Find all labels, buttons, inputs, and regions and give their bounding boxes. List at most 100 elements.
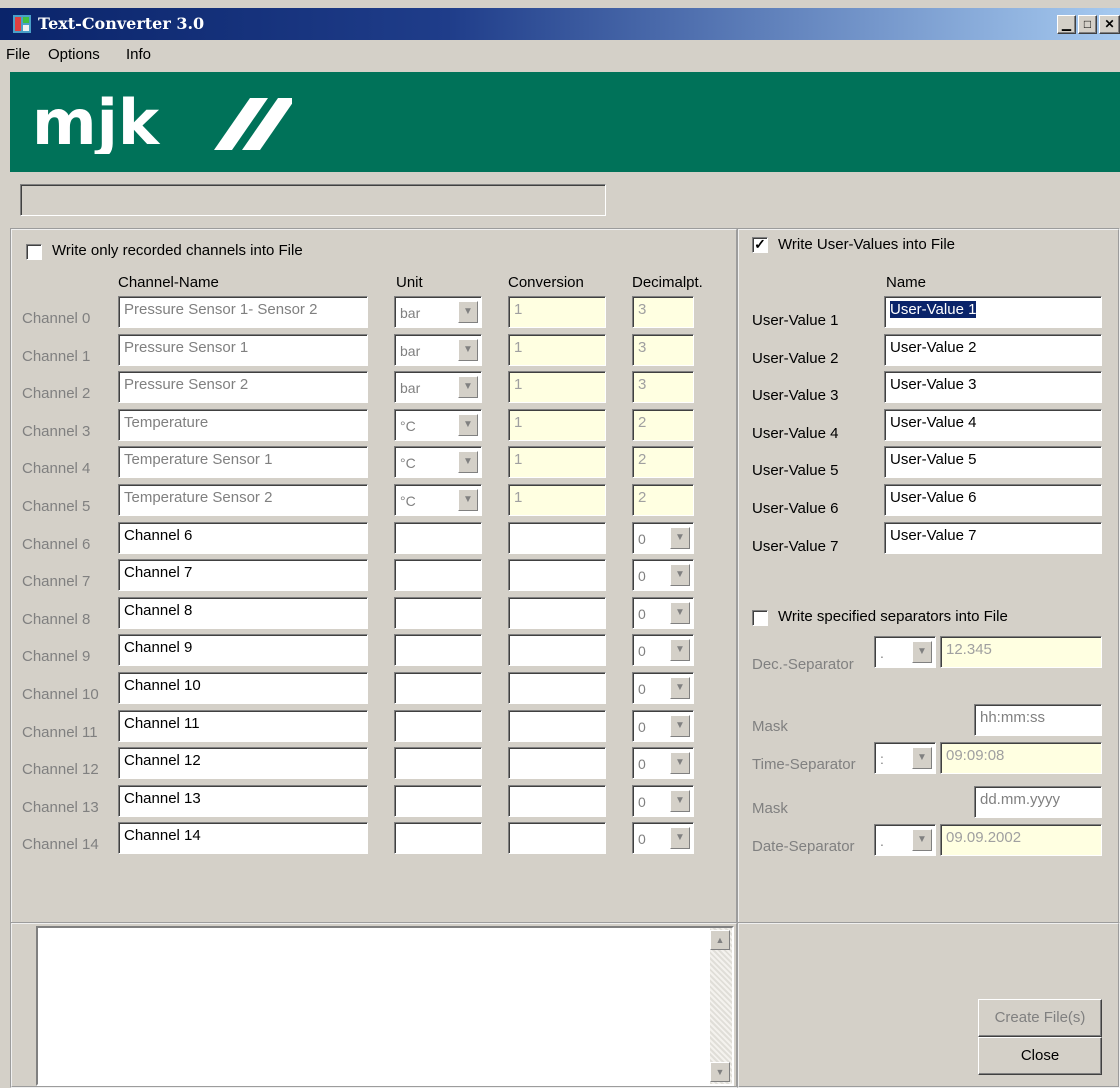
channel-label: Channel 1 (22, 347, 91, 365)
unit-field[interactable] (394, 709, 482, 742)
unit-field[interactable] (394, 521, 482, 554)
decimal-select[interactable]: 0 ▼ (632, 634, 694, 667)
unit-field[interactable] (394, 822, 482, 855)
conversion-field[interactable]: 1 (508, 408, 606, 441)
unit-select[interactable]: bar ▼ (394, 333, 482, 366)
unit-field[interactable] (394, 784, 482, 817)
conversion-field[interactable] (508, 559, 606, 592)
write-user-values-checkbox[interactable]: ✓ (752, 237, 768, 253)
unit-select[interactable]: °C ▼ (394, 446, 482, 479)
menu-file[interactable]: File (6, 46, 30, 63)
conversion-field[interactable] (508, 672, 606, 704)
date-separator-label: Date-Separator (752, 838, 855, 855)
unit-field[interactable] (394, 634, 482, 667)
user-value-field[interactable]: User-Value 2 (884, 333, 1102, 366)
decimal-select[interactable]: 0 ▼ (632, 784, 694, 817)
channel-name-field[interactable]: Channel 14 (118, 822, 368, 855)
app-icon (13, 15, 31, 33)
user-value-field[interactable]: User-Value 6 (884, 484, 1102, 516)
conversion-field[interactable] (508, 784, 606, 817)
decimal-select[interactable]: 0 ▼ (632, 672, 694, 704)
channel-name-field[interactable]: Channel 13 (118, 784, 368, 817)
decimal-select[interactable]: 0 ▼ (632, 822, 694, 855)
brand-banner: mjk (10, 72, 1120, 172)
unit-select[interactable]: bar ▼ (394, 371, 482, 404)
chevron-down-icon: ▼ (458, 489, 478, 511)
chevron-down-icon: ▼ (670, 601, 690, 624)
scroll-down-button[interactable]: ▼ (710, 1062, 730, 1082)
channel-name-field[interactable]: Temperature (118, 408, 368, 441)
write-separators-checkbox[interactable] (752, 610, 768, 626)
date-mask-field[interactable]: dd.mm.yyyy (974, 786, 1102, 818)
log-textarea[interactable]: ▲ ▼ (36, 926, 734, 1086)
channel-name-field[interactable]: Channel 11 (118, 709, 368, 742)
log-scrollbar[interactable]: ▲ ▼ (710, 928, 732, 1084)
decimal-select[interactable]: 0 ▼ (632, 747, 694, 780)
conversion-field[interactable]: 1 (508, 446, 606, 479)
user-value-field[interactable]: User-Value 7 (884, 521, 1102, 554)
channel-name-field[interactable]: Temperature Sensor 1 (118, 446, 368, 479)
checkmark-icon: ✓ (754, 236, 766, 252)
user-value-field[interactable]: User-Value 4 (884, 408, 1102, 441)
unit-field[interactable] (394, 747, 482, 780)
channel-name-field[interactable]: Pressure Sensor 1 (118, 333, 368, 366)
time-mask-field[interactable]: hh:mm:ss (974, 704, 1102, 736)
conversion-field[interactable] (508, 634, 606, 667)
conversion-field[interactable] (508, 521, 606, 554)
title-bar[interactable]: Text-Converter 3.0 ▁ □ ✕ (0, 8, 1120, 40)
mjk-logo: mjk (32, 94, 292, 154)
user-value-field[interactable]: User-Value 3 (884, 371, 1102, 404)
menu-info[interactable]: Info (126, 46, 151, 63)
conversion-field[interactable]: 1 (508, 371, 606, 404)
conversion-field[interactable]: 1 (508, 333, 606, 366)
user-value-field[interactable]: User-Value 5 (884, 446, 1102, 479)
decimal-select[interactable]: 0 ▼ (632, 596, 694, 629)
dec-separator-select[interactable]: . ▼ (874, 636, 936, 668)
decimal-field[interactable]: 2 (632, 484, 694, 516)
unit-field[interactable] (394, 672, 482, 704)
channel-name-field[interactable]: Temperature Sensor 2 (118, 484, 368, 516)
decimal-field[interactable]: 2 (632, 446, 694, 479)
write-only-recorded-checkbox[interactable] (26, 244, 42, 260)
decimal-field[interactable]: 3 (632, 371, 694, 404)
channel-name-field[interactable]: Pressure Sensor 1- Sensor 2 (118, 296, 368, 328)
minimize-button[interactable]: ▁ (1057, 15, 1076, 34)
menu-options[interactable]: Options (48, 46, 100, 63)
maximize-button[interactable]: □ (1078, 15, 1097, 34)
conversion-field[interactable] (508, 747, 606, 780)
date-separator-select[interactable]: . ▼ (874, 824, 936, 856)
user-value-label: User-Value 3 (752, 387, 839, 405)
channel-name-field[interactable]: Channel 8 (118, 596, 368, 629)
create-files-button[interactable]: Create File(s) (978, 999, 1102, 1037)
chevron-down-icon: ▼ (670, 827, 690, 850)
unit-select[interactable]: °C ▼ (394, 484, 482, 516)
unit-field[interactable] (394, 559, 482, 592)
close-window-button[interactable]: ✕ (1099, 15, 1120, 34)
user-value-field[interactable]: User-Value 1 (884, 296, 1102, 328)
time-separator-select[interactable]: : ▼ (874, 742, 936, 774)
header-decimalpt: Decimalpt. (632, 274, 703, 291)
decimal-field[interactable]: 2 (632, 408, 694, 441)
conversion-field[interactable]: 1 (508, 296, 606, 328)
scroll-up-button[interactable]: ▲ (710, 930, 730, 950)
unit-select[interactable]: °C ▼ (394, 408, 482, 441)
decimal-field[interactable]: 3 (632, 296, 694, 328)
decimal-field[interactable]: 3 (632, 333, 694, 366)
channel-name-field[interactable]: Channel 12 (118, 747, 368, 780)
channel-name-field[interactable]: Channel 10 (118, 672, 368, 704)
unit-select[interactable]: bar ▼ (394, 296, 482, 328)
decimal-select[interactable]: 0 ▼ (632, 709, 694, 742)
channel-name-field[interactable]: Pressure Sensor 2 (118, 371, 368, 404)
conversion-field[interactable] (508, 709, 606, 742)
conversion-field[interactable] (508, 596, 606, 629)
conversion-field[interactable]: 1 (508, 484, 606, 516)
close-button[interactable]: Close (978, 1037, 1102, 1075)
channel-label: Channel 13 (22, 798, 99, 816)
unit-field[interactable] (394, 596, 482, 629)
channel-name-field[interactable]: Channel 6 (118, 521, 368, 554)
conversion-field[interactable] (508, 822, 606, 855)
decimal-select[interactable]: 0 ▼ (632, 559, 694, 592)
channel-name-field[interactable]: Channel 9 (118, 634, 368, 667)
channel-name-field[interactable]: Channel 7 (118, 559, 368, 592)
decimal-select[interactable]: 0 ▼ (632, 521, 694, 554)
